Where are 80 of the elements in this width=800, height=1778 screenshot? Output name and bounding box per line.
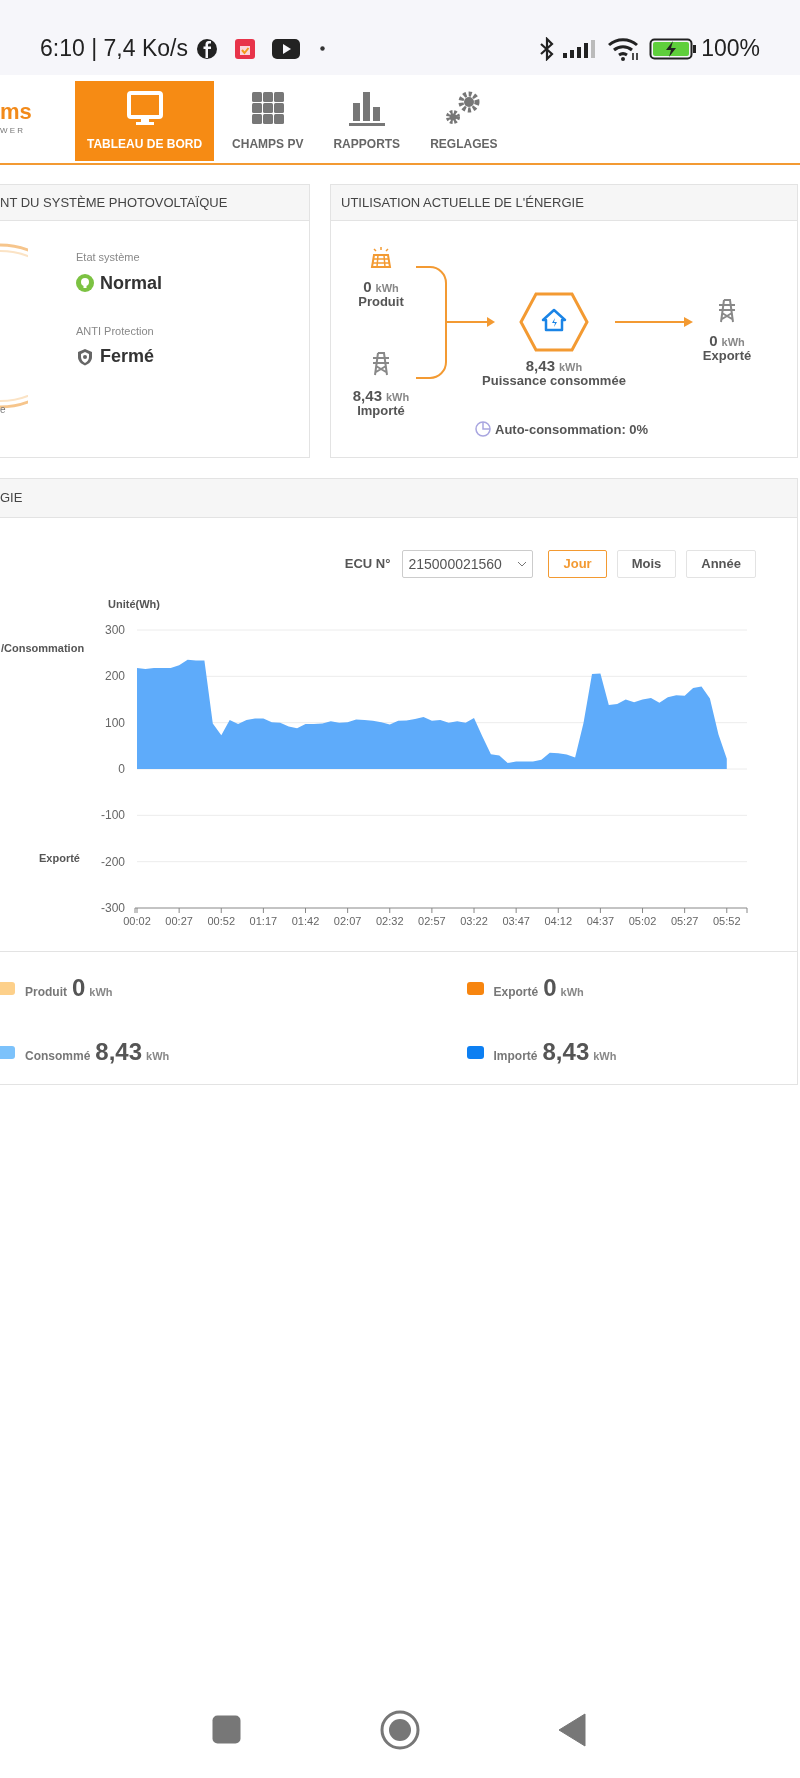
tick-label: 200 [104, 669, 125, 684]
field-label: Etat système [76, 250, 141, 265]
unit-label: kWh [721, 335, 745, 350]
legend-value: 8,43 [542, 1037, 590, 1067]
card-title: NT DU SYSTÈME PHOTOVOLTAÏQUE [0, 193, 228, 212]
back-icon[interactable] [558, 1713, 586, 1747]
pie-chart-icon [475, 421, 491, 437]
home-icon[interactable] [380, 1710, 420, 1750]
ecu-select[interactable]: 215000021560 [402, 550, 534, 578]
legend-label: Produit [25, 984, 67, 1001]
tick-label: -200 [100, 854, 125, 869]
card-title: UTILISATION ACTUELLE DE L'ÉNERGIE [341, 193, 584, 212]
hexagon-house-icon [519, 292, 589, 352]
tick-label: 05:52 [713, 915, 741, 927]
video-play-icon [271, 38, 300, 59]
card-title: GIE [0, 489, 23, 508]
gauge-label: e [0, 403, 6, 417]
tick-label: 02:57 [418, 915, 446, 927]
legend-label: Exporté [493, 984, 539, 1001]
energy-label: Importé [357, 403, 405, 420]
axis-title: Unité(Wh) [108, 598, 160, 610]
legend-value: 0 [72, 973, 86, 1003]
battery-charging-icon [649, 37, 698, 60]
social-app-icon [195, 37, 218, 60]
unit-label: kWh [559, 360, 583, 375]
tick-label: 01:17 [249, 915, 278, 927]
tick-label: 0 [118, 762, 125, 776]
logo-text: ms [0, 101, 32, 123]
tick-label: 100 [104, 715, 125, 730]
nav-tab[interactable]: CHAMPS PV [220, 81, 316, 161]
shield-icon [76, 347, 94, 366]
bluetooth-icon [539, 36, 556, 61]
period-button[interactable]: Année [686, 550, 756, 578]
tick-label: -300 [100, 901, 125, 915]
unit-label: kWh [560, 985, 584, 1000]
tick-label: 00:27 [165, 915, 193, 927]
side-label: Exporté [39, 852, 80, 864]
tick-label: 00:52 [207, 915, 235, 927]
solar-panel-icon [369, 246, 393, 270]
nav-tab[interactable]: RAPPORTS [321, 81, 413, 161]
legend-label: Consommé [25, 1048, 91, 1065]
tick-label: 05:27 [670, 915, 699, 927]
legend-value: 8,43 [95, 1037, 143, 1067]
tick-label: 03:47 [502, 915, 530, 927]
tick-label: 01:42 [291, 915, 320, 927]
energy-value: 8,43 [352, 386, 382, 406]
unit-label: kWh [89, 985, 113, 1000]
tick-label: 02:07 [333, 915, 362, 927]
tick-label: 03:22 [460, 915, 488, 927]
unit-label: kWh [375, 281, 399, 296]
legend-value: 0 [543, 973, 557, 1003]
status-value: Normal [100, 271, 162, 295]
battery-percent-text: 100% [701, 34, 760, 64]
tick-label: 04:12 [544, 915, 573, 927]
unit-label: kWh [146, 1049, 170, 1064]
self-consumption-text: Auto-consommation: 0% [495, 421, 649, 439]
tick-label: 05:02 [628, 915, 657, 927]
bulb-icon [76, 274, 94, 292]
clock-text: 6:10 | 7,4 Ko/s [40, 34, 188, 64]
recent-apps-icon[interactable] [212, 1715, 241, 1744]
period-button[interactable]: Mois [616, 550, 677, 578]
tick-label: 300 [104, 623, 125, 637]
tick-label: 04:37 [586, 915, 615, 927]
dot-icon [319, 46, 325, 51]
unit-label: kWh [386, 390, 410, 405]
legend-label: Importé [493, 1048, 538, 1065]
ecu-label: ECU N° [344, 555, 391, 574]
logo-subtitle: W E R [0, 125, 24, 137]
field-label: ANTI Protection [76, 323, 155, 339]
caret-icon [517, 561, 528, 567]
tick-label: 00:02 [123, 915, 151, 927]
shopping-bag-icon [233, 37, 256, 60]
tick-label: 02:32 [376, 915, 404, 927]
tick-label: -100 [100, 808, 125, 823]
side-label: /Consommation [1, 642, 85, 654]
energy-value: 8,43 [525, 356, 555, 376]
status-value: Fermé [100, 345, 155, 368]
nav-tab[interactable]: REGLAGES [418, 81, 510, 161]
unit-label: kWh [593, 1049, 617, 1064]
energy-label: Puissance consommée [482, 373, 626, 390]
